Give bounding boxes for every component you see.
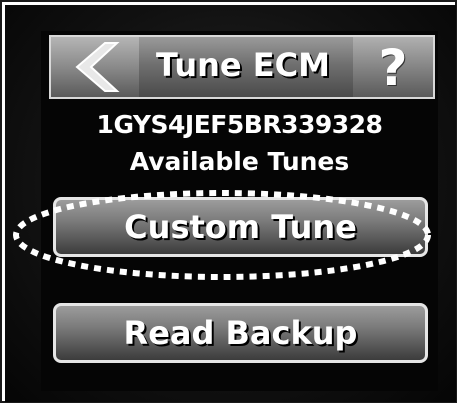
section-subtitle: Available Tunes [129, 147, 350, 176]
page-title: Tune ECM [156, 46, 330, 84]
chevron-left-icon [75, 42, 120, 92]
read-backup-button[interactable]: Read Backup [53, 303, 428, 363]
device-bezel: Tune ECM ? 1GYS4JEF5BR339328 Available T… [5, 5, 456, 402]
title-bar: Tune ECM ? [49, 35, 435, 99]
back-button[interactable] [51, 37, 139, 97]
device-screen: Tune ECM ? 1GYS4JEF5BR339328 Available T… [41, 31, 438, 391]
vin-number: 1GYS4JEF5BR339328 [96, 110, 383, 139]
photo-frame: Tune ECM ? 1GYS4JEF5BR339328 Available T… [0, 0, 457, 403]
help-button[interactable]: ? [353, 37, 433, 97]
custom-tune-button[interactable]: Custom Tune [53, 197, 428, 257]
help-question-icon: ? [378, 39, 408, 97]
